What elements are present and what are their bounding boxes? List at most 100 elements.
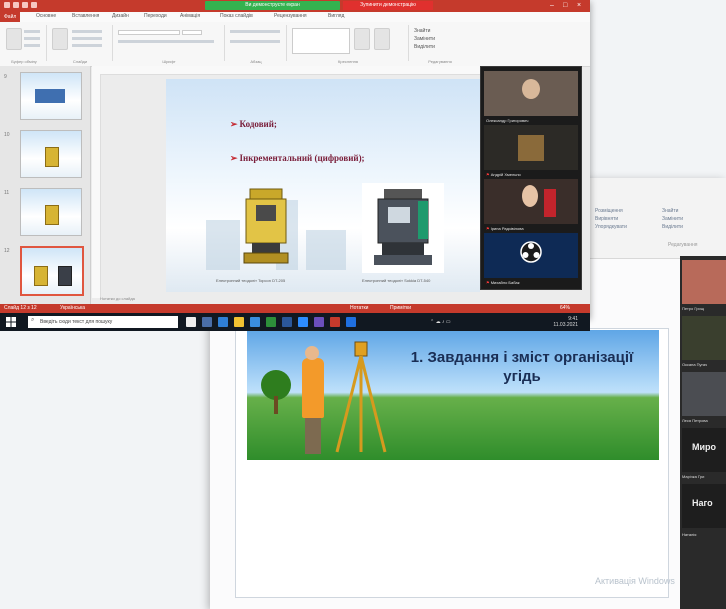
taskbar-clock[interactable]: 9:41 11.03.2021 xyxy=(553,316,578,328)
quick-styles-button[interactable] xyxy=(374,28,390,50)
system-tray-icons[interactable]: ⌃ ☁ ♪ ▭ xyxy=(430,319,451,325)
file-explorer-icon[interactable] xyxy=(234,317,244,327)
zoom-level[interactable]: 64% xyxy=(560,305,570,311)
paste-button[interactable] xyxy=(6,28,22,50)
participant-video[interactable] xyxy=(484,233,578,278)
screen-sharing-indicator[interactable]: Ви демонструєте екран xyxy=(205,1,340,10)
participant-video[interactable] xyxy=(682,260,726,304)
windows-activation-watermark: Активація Windows xyxy=(595,576,675,586)
bullet-text: Інкрементальний (цифровий); xyxy=(239,153,365,163)
bullet-arrow-icon: ➢ xyxy=(230,153,238,163)
minimize-icon[interactable]: – xyxy=(550,2,554,10)
zoom-icon[interactable] xyxy=(298,317,308,327)
cut-button[interactable] xyxy=(24,30,40,33)
list-buttons[interactable] xyxy=(230,30,280,33)
participant-video[interactable] xyxy=(484,71,578,116)
ribbon-item[interactable]: Упорядкувати xyxy=(595,224,627,230)
thumbnail-instrument xyxy=(34,266,48,286)
participant-video[interactable] xyxy=(484,125,578,170)
undo-icon[interactable] xyxy=(13,2,19,8)
excel-icon[interactable] xyxy=(266,317,276,327)
taskbar-search-input[interactable]: Введіть сюди текст для пошуку xyxy=(28,316,178,328)
search-icon: ⌕ xyxy=(31,317,35,323)
participant-video[interactable] xyxy=(682,372,726,416)
format-painter-button[interactable] xyxy=(24,44,40,47)
select-button[interactable]: Виділити xyxy=(414,44,435,50)
new-slide-button[interactable] xyxy=(52,28,68,50)
edge-icon[interactable] xyxy=(218,317,228,327)
word-icon[interactable] xyxy=(282,317,292,327)
teams-icon[interactable] xyxy=(314,317,324,327)
slide-thumbnail[interactable] xyxy=(20,188,82,236)
thumbnail-instrument xyxy=(45,205,59,225)
ribbon-group-editing: Знайти Замінити Виділити Редагування xyxy=(410,25,470,64)
layout-button[interactable] xyxy=(72,30,102,33)
participant-name: ⚑ Михайло Бабак xyxy=(486,280,520,285)
close-icon[interactable]: × xyxy=(577,2,581,10)
slide-canvas[interactable]: ➢ Кодовий; ➢ Інкрементальний (цифровий); Е… xyxy=(166,79,480,292)
slide-thumbnail[interactable] xyxy=(20,72,82,120)
surveyor-head xyxy=(305,346,319,360)
stop-share-button[interactable]: Зупинити демонстрацію xyxy=(343,1,433,10)
copy-button[interactable] xyxy=(24,37,40,40)
language-indicator[interactable]: Українська xyxy=(60,305,85,311)
image-caption: Електронний теодоліт Sokkia DT-540 xyxy=(362,278,431,283)
windows-start-icon[interactable] xyxy=(6,317,16,327)
tab-file[interactable]: Файл xyxy=(0,12,21,22)
group-label: Буфер обміну xyxy=(11,59,37,64)
app-icon[interactable] xyxy=(346,317,356,327)
ribbon-item[interactable]: Вирівняти xyxy=(595,216,618,222)
tab-insert[interactable]: Вставлення xyxy=(72,13,99,19)
find-button[interactable]: Знайти xyxy=(414,28,430,34)
slide-thumbnail-selected[interactable] xyxy=(20,246,84,296)
participant-video[interactable]: Миро xyxy=(682,428,726,472)
find-button[interactable]: Знайти xyxy=(662,208,678,214)
participant-video[interactable] xyxy=(682,316,726,360)
tab-view[interactable]: Вигляд xyxy=(328,13,344,19)
tab-home[interactable]: Основне xyxy=(36,13,56,19)
participant-name: Оксана Пугач xyxy=(682,362,708,367)
shapes-gallery[interactable] xyxy=(292,28,350,54)
slide-number: 10 xyxy=(4,132,10,138)
notes-placeholder[interactable]: Нотатки до слайда xyxy=(100,296,135,301)
redo-icon[interactable] xyxy=(22,2,28,8)
powerpoint-icon[interactable] xyxy=(330,317,340,327)
reset-button[interactable] xyxy=(72,37,102,40)
group-label: Слайди xyxy=(72,59,88,64)
notes-toggle[interactable]: Нотатки xyxy=(350,305,368,311)
select-button[interactable]: Виділити xyxy=(662,224,683,230)
tab-review[interactable]: Рецензування xyxy=(274,13,307,19)
cortana-icon[interactable] xyxy=(186,317,196,327)
ribbon-item[interactable]: Розміщення xyxy=(595,208,623,214)
tab-design[interactable]: Дизайн xyxy=(112,13,129,19)
participant-video[interactable]: Наго xyxy=(682,484,726,528)
ribbon-group-clipboard: Буфер обміну xyxy=(2,25,47,64)
surveyor-legs xyxy=(305,418,321,454)
font-size-select[interactable] xyxy=(182,30,202,35)
status-bar: Слайд 12 з 12 Українська Нотатки Примітк… xyxy=(0,304,590,313)
slide-thumbnail[interactable] xyxy=(20,130,82,178)
surveyor-illustration xyxy=(302,358,324,418)
participant-name: ⚑ Ірина Радзівілова xyxy=(486,226,524,231)
participant-video[interactable] xyxy=(484,179,578,224)
tab-animations[interactable]: Анімація xyxy=(180,13,200,19)
replace-button[interactable]: Замінити xyxy=(414,36,435,42)
store-icon[interactable] xyxy=(250,317,260,327)
slide-thumbnails-pane[interactable]: 9 10 11 12 xyxy=(0,66,91,304)
replace-button[interactable]: Замінити xyxy=(662,216,683,222)
comments-toggle[interactable]: Примітки xyxy=(390,305,411,311)
task-view-icon[interactable] xyxy=(202,317,212,327)
tab-slideshow[interactable]: Показ слайдів xyxy=(220,13,253,19)
presentation-window-main: Ви демонструєте екран Зупинити демонстра… xyxy=(0,0,590,331)
start-slideshow-icon[interactable] xyxy=(31,2,37,8)
save-icon[interactable] xyxy=(4,2,10,8)
bullet-arrow-icon: ➢ xyxy=(230,119,238,129)
tab-transitions[interactable]: Переходи xyxy=(144,13,167,19)
bullet-item: ➢ Кодовий; xyxy=(230,119,277,130)
align-buttons[interactable] xyxy=(230,40,280,43)
arrange-button[interactable] xyxy=(354,28,370,50)
font-format-buttons[interactable] xyxy=(118,40,214,43)
font-name-select[interactable] xyxy=(118,30,180,35)
section-button[interactable] xyxy=(72,44,102,47)
maximize-icon[interactable]: □ xyxy=(563,2,567,10)
